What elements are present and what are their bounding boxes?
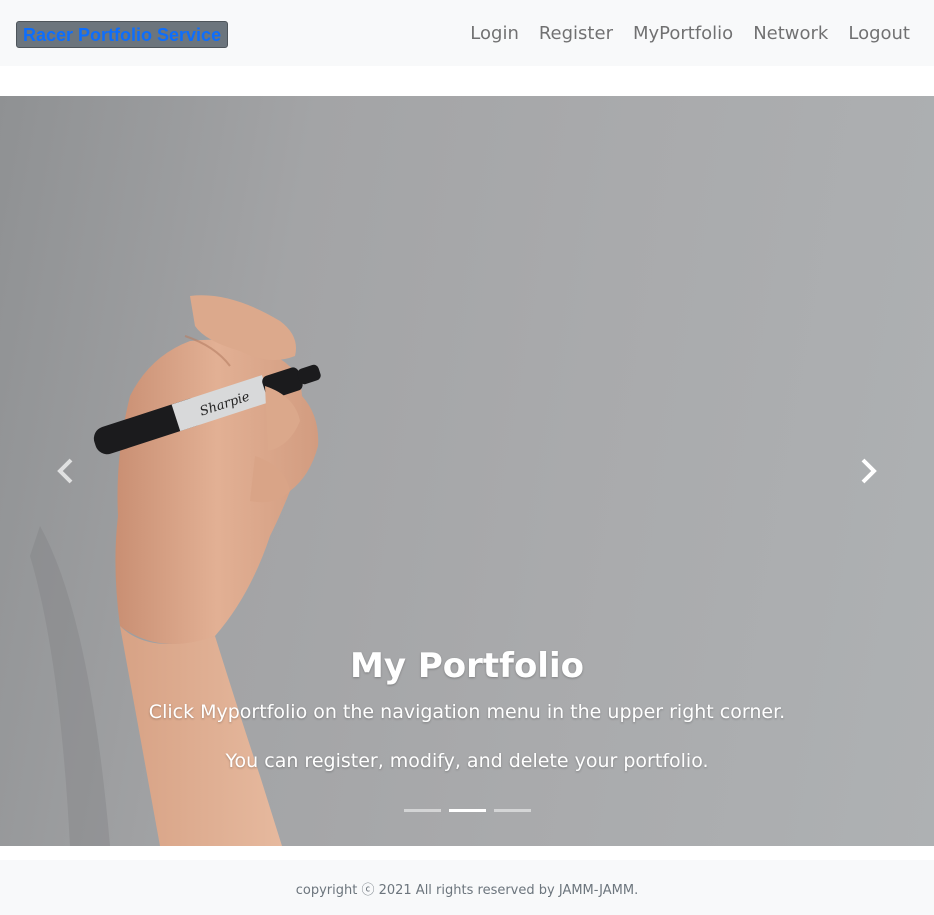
carousel-prev-button[interactable] xyxy=(46,436,86,506)
nav-links: Login Register MyPortfolio Network Logou… xyxy=(450,0,910,66)
caption-line-1: Click Myportfolio on the navigation menu… xyxy=(148,701,786,723)
chevron-left-icon xyxy=(57,458,73,484)
nav-logout[interactable]: Logout xyxy=(848,23,910,44)
caption-title: My Portfolio xyxy=(350,646,584,686)
footer: copyright ⓒ 2021 All rights reserved by … xyxy=(0,860,934,915)
navbar: Racer Portfolio Service Login Register M… xyxy=(0,0,934,66)
carousel-indicator-2[interactable] xyxy=(448,809,486,812)
brand-link[interactable]: Racer Portfolio Service xyxy=(16,21,229,48)
hero-carousel: Sharpie My Portfolio Click Myportfolio o… xyxy=(0,96,934,846)
chevron-right-icon xyxy=(861,458,877,484)
slide-image: Sharpie xyxy=(30,295,321,846)
carousel-indicator-3[interactable] xyxy=(493,809,531,812)
nav-myportfolio[interactable]: MyPortfolio xyxy=(633,23,733,44)
nav-network[interactable]: Network xyxy=(753,23,828,44)
carousel-next-button[interactable] xyxy=(848,436,888,506)
footer-copyright: copyright ⓒ 2021 All rights reserved by … xyxy=(295,883,639,898)
nav-register[interactable]: Register xyxy=(539,23,613,44)
carousel-indicator-1[interactable] xyxy=(403,809,441,812)
caption-line-2: You can register, modify, and delete you… xyxy=(225,750,709,772)
carousel-indicators xyxy=(0,809,934,812)
nav-login[interactable]: Login xyxy=(470,23,519,44)
